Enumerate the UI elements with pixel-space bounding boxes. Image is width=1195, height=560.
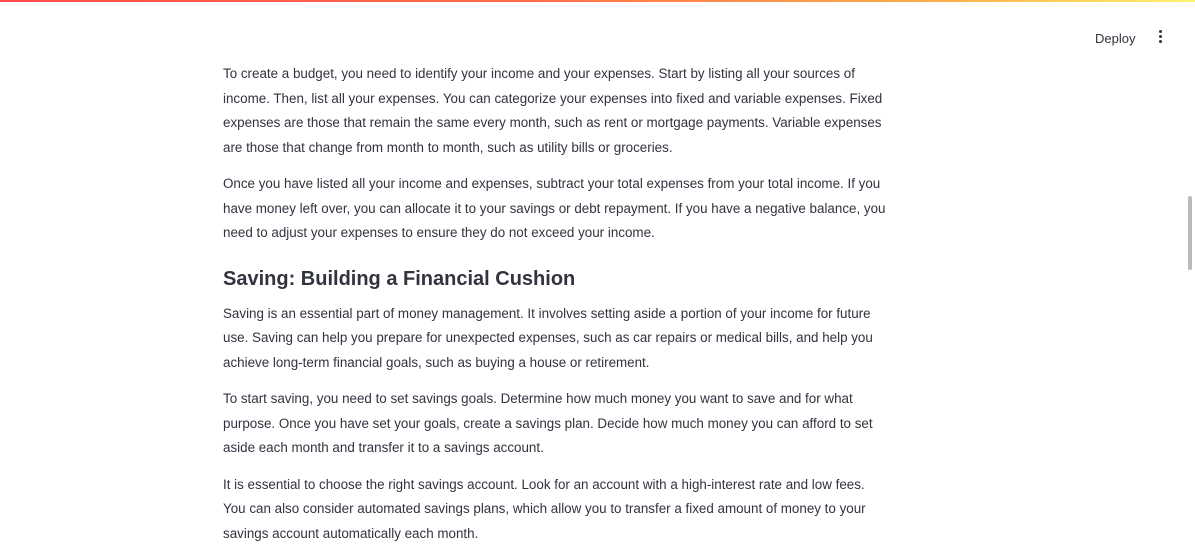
paragraph-saving-goals: To start saving, you need to set savings… <box>223 391 873 455</box>
paragraph-budget-balance: Once you have listed all your income and… <box>223 176 886 240</box>
scrollbar-thumb[interactable] <box>1188 196 1192 270</box>
paragraph-saving-intro: Saving is an essential part of money man… <box>223 305 873 370</box>
section-heading-saving: Saving: Building a Financial Cushion <box>223 267 576 290</box>
main-content: To create a budget, you need to identify… <box>223 62 888 558</box>
deploy-button[interactable]: Deploy <box>1085 28 1145 50</box>
kebab-menu-icon[interactable] <box>1156 30 1166 46</box>
paragraph-savings-account: It is essential to choose the right savi… <box>223 476 866 541</box>
paragraph-budget-intro: To create a budget, you need to identify… <box>223 66 883 155</box>
app-header: Deploy <box>0 0 1195 60</box>
